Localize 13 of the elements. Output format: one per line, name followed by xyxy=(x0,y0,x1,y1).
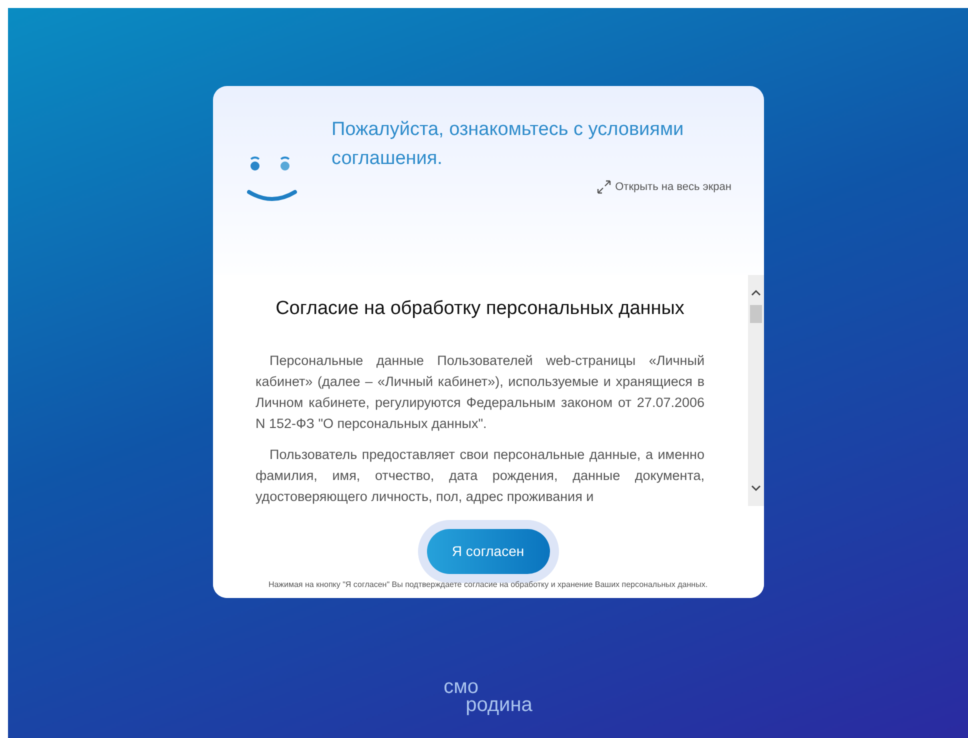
document-paragraph: Пользователь предоставляет свои персональные данные, а именно фамилия, имя, отчество, дата рождения, данные документа, удостоверяющего личность, пол, адрес проживания и xyxy=(256,446,704,506)
logo: смо родина xyxy=(444,678,532,714)
dialog-heading: Пожалуйста, ознакомьтесь с условиями соглашения. xyxy=(332,118,685,171)
scroll-up-icon xyxy=(750,289,760,297)
scroll-down-icon xyxy=(750,484,760,492)
consent-note: Нажимая на кнопку "Я согласен" Вы подтверждаете согласие на обработку и хранение Ваших персональных данных. xyxy=(268,579,708,591)
expand-icon xyxy=(597,180,612,194)
agree-button[interactable]: Я согласен xyxy=(426,529,550,574)
document-paragraph: Персональные данные Пользователей web-страницы «Личный кабинет» (далее – «Личный кабинет»), используемые и хранящиеся в Личном кабинете, регулируются Федеральным законом от 27.07.2006 N 152-ФЗ "О персональных данных". xyxy=(256,352,704,433)
scrollbar-thumb[interactable] xyxy=(750,305,762,323)
document-title: Согласие на обработку персональных данных xyxy=(274,297,686,321)
scrollbar[interactable] xyxy=(748,275,764,506)
fullscreen-link[interactable]: Открыть на весь экран xyxy=(597,179,732,196)
